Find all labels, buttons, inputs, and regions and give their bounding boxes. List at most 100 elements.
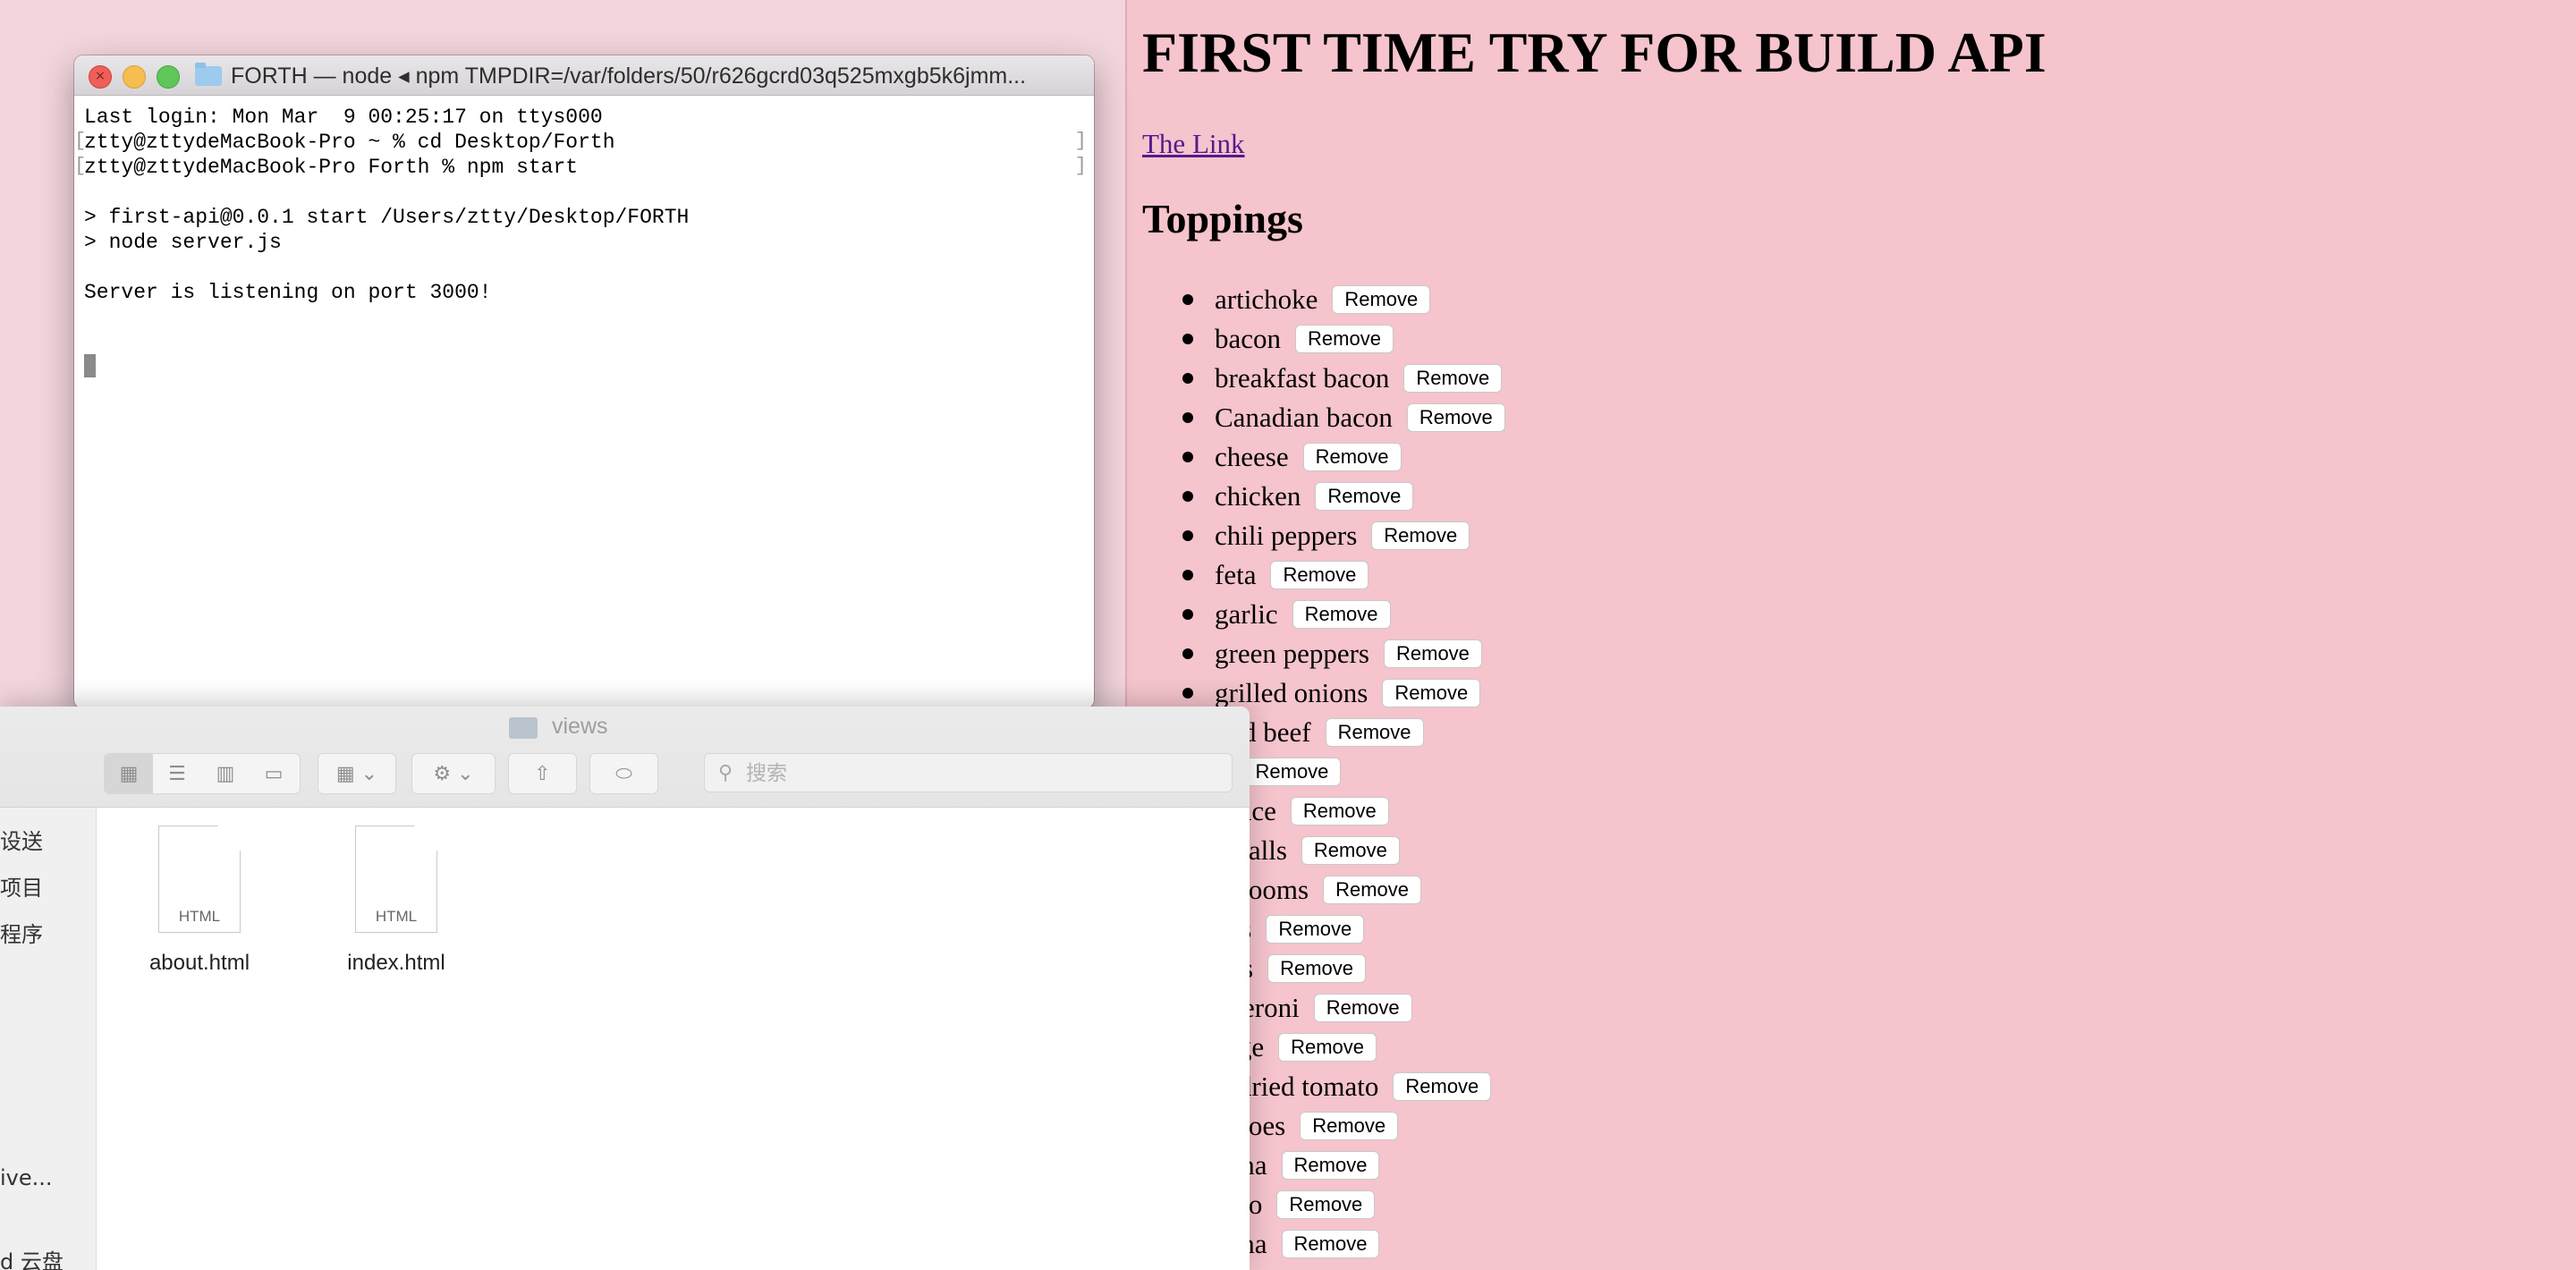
gear-icon: ⚙ ⌄	[433, 762, 474, 785]
close-button[interactable]: ×	[89, 65, 112, 89]
remove-button[interactable]: Remove	[1301, 836, 1400, 865]
topping-row: cheese Remove	[1215, 441, 1402, 473]
remove-button[interactable]: Remove	[1382, 679, 1481, 707]
remove-button[interactable]: Remove	[1302, 443, 1402, 471]
action-button[interactable]: ⚙ ⌄	[411, 753, 496, 794]
remove-button[interactable]: Remove	[1323, 876, 1421, 904]
bullet-icon	[1182, 648, 1193, 659]
terminal-titlebar[interactable]: × FORTH — node ◂ npm TMPDIR=/var/folders…	[74, 55, 1094, 96]
finder-content: HTML about.html HTML index.html	[97, 808, 1250, 1270]
columns-icon: ▥	[216, 762, 235, 785]
column-view-button[interactable]: ▥	[201, 754, 250, 793]
remove-button[interactable]: Remove	[1332, 285, 1431, 314]
topping-name: feta	[1215, 559, 1257, 590]
topping-name: bacon	[1215, 323, 1282, 354]
file-index-html[interactable]: HTML index.html	[325, 826, 468, 986]
sidebar-item-recents[interactable]: 项目	[0, 870, 43, 902]
bullet-icon	[1182, 412, 1193, 423]
sidebar-item-applications[interactable]: 程序	[0, 917, 43, 948]
list-view-button[interactable]: ☰	[153, 754, 201, 793]
folder-icon	[195, 63, 222, 86]
file-about-html[interactable]: HTML about.html	[128, 826, 271, 986]
sidebar-item-drive[interactable]: ive...	[0, 1165, 53, 1190]
mark-bracket-icon: ]	[1074, 155, 1087, 177]
bullet-icon	[1182, 373, 1193, 384]
remove-button[interactable]: Remove	[1281, 1230, 1380, 1258]
close-icon: ×	[95, 69, 106, 83]
page-title: FIRST TIME TRY FOR BUILD API	[1142, 21, 2046, 84]
remove-button[interactable]: Remove	[1325, 718, 1424, 747]
tag-button[interactable]: ⬭	[589, 753, 658, 794]
topping-name: green peppers	[1215, 638, 1369, 669]
remove-button[interactable]: Remove	[1270, 561, 1369, 589]
remove-button[interactable]: Remove	[1295, 325, 1394, 353]
topping-row: grilled onions Remove	[1215, 677, 1481, 709]
folder-icon	[509, 717, 538, 739]
remove-button[interactable]: Remove	[1266, 915, 1365, 944]
finder-window: views ▦ ☰ ▥ ▭ ▦ ⌄ ⚙ ⌄ ⇧ ⬭ ⚲ 设送 项目 程序 ive…	[0, 707, 1250, 1270]
text-cursor	[84, 354, 96, 377]
mark-bracket-icon: [	[74, 155, 87, 177]
tag-icon: ⬭	[615, 762, 632, 785]
remove-button[interactable]: Remove	[1276, 1190, 1376, 1219]
bullet-icon	[1182, 570, 1193, 580]
terminal-line: > first-api@0.0.1 start /Users/ztty/Desk…	[84, 206, 690, 229]
topping-name: breakfast bacon	[1215, 362, 1390, 394]
sidebar-item-icloud[interactable]: d 云盘	[0, 1244, 64, 1270]
bullet-icon	[1182, 294, 1193, 305]
remove-button[interactable]: Remove	[1281, 1151, 1380, 1180]
minimize-button[interactable]	[123, 65, 146, 89]
topping-row: Canadian bacon Remove	[1215, 402, 1505, 434]
remove-button[interactable]: Remove	[1300, 1112, 1399, 1140]
terminal-title: FORTH — node ◂ npm TMPDIR=/var/folders/5…	[231, 64, 1027, 89]
topping-name: artichoke	[1215, 284, 1318, 315]
share-icon: ⇧	[534, 762, 551, 785]
remove-button[interactable]: Remove	[1267, 954, 1366, 983]
toppings-heading: Toppings	[1142, 196, 1303, 241]
remove-button[interactable]: Remove	[1406, 403, 1505, 432]
terminal-line: ztty@zttydeMacBook-Pro Forth % npm start	[84, 156, 579, 179]
mark-bracket-icon: [	[74, 130, 87, 152]
remove-button[interactable]: Remove	[1292, 600, 1391, 629]
topping-row: artichoke Remove	[1215, 284, 1431, 316]
remove-button[interactable]: Remove	[1313, 994, 1412, 1022]
gallery-icon: ▭	[264, 762, 284, 785]
topping-row: breakfast bacon Remove	[1215, 362, 1503, 394]
remove-button[interactable]: Remove	[1371, 521, 1470, 550]
search-input[interactable]	[744, 758, 1213, 790]
file-type-label: HTML	[178, 908, 221, 925]
terminal-line: ztty@zttydeMacBook-Pro ~ % cd Desktop/Fo…	[84, 131, 615, 154]
topping-row: green peppers Remove	[1215, 638, 1482, 670]
gallery-view-button[interactable]: ▭	[250, 754, 298, 793]
terminal-line: Server is listening on port 3000!	[84, 281, 492, 304]
grid-icon: ▦	[119, 762, 139, 785]
bullet-icon	[1182, 491, 1193, 502]
terminal-line: > node server.js	[84, 231, 282, 254]
bullet-icon	[1182, 452, 1193, 462]
remove-button[interactable]: Remove	[1384, 639, 1482, 668]
finder-title: views	[552, 714, 608, 739]
topping-row: n-dried tomato Remove	[1215, 1071, 1492, 1103]
icon-view-button[interactable]: ▦	[105, 754, 153, 793]
remove-button[interactable]: Remove	[1315, 482, 1414, 511]
sidebar-item-airdrop[interactable]: 设送	[0, 824, 43, 855]
topping-name: chili peppers	[1215, 520, 1358, 551]
remove-button[interactable]: Remove	[1242, 758, 1342, 786]
share-button[interactable]: ⇧	[508, 753, 577, 794]
file-name: about.html	[148, 951, 250, 975]
finder-sidebar: 设送 项目 程序 ive... d 云盘	[0, 808, 97, 1270]
search-box[interactable]: ⚲	[704, 753, 1233, 792]
list-icon: ☰	[168, 762, 186, 785]
maximize-button[interactable]	[157, 65, 180, 89]
topping-row: bacon Remove	[1215, 323, 1394, 355]
terminal-output[interactable]: Last login: Mon Mar 9 00:25:17 on ttys00…	[74, 96, 1094, 708]
topping-row: chili peppers Remove	[1215, 520, 1470, 552]
topping-row: feta Remove	[1215, 559, 1369, 591]
the-link[interactable]: The Link	[1142, 128, 1245, 160]
terminal-window: × FORTH — node ◂ npm TMPDIR=/var/folders…	[74, 55, 1094, 708]
remove-button[interactable]: Remove	[1290, 797, 1389, 826]
group-button[interactable]: ▦ ⌄	[318, 753, 396, 794]
remove-button[interactable]: Remove	[1403, 364, 1503, 393]
remove-button[interactable]: Remove	[1278, 1033, 1377, 1062]
remove-button[interactable]: Remove	[1393, 1072, 1492, 1101]
